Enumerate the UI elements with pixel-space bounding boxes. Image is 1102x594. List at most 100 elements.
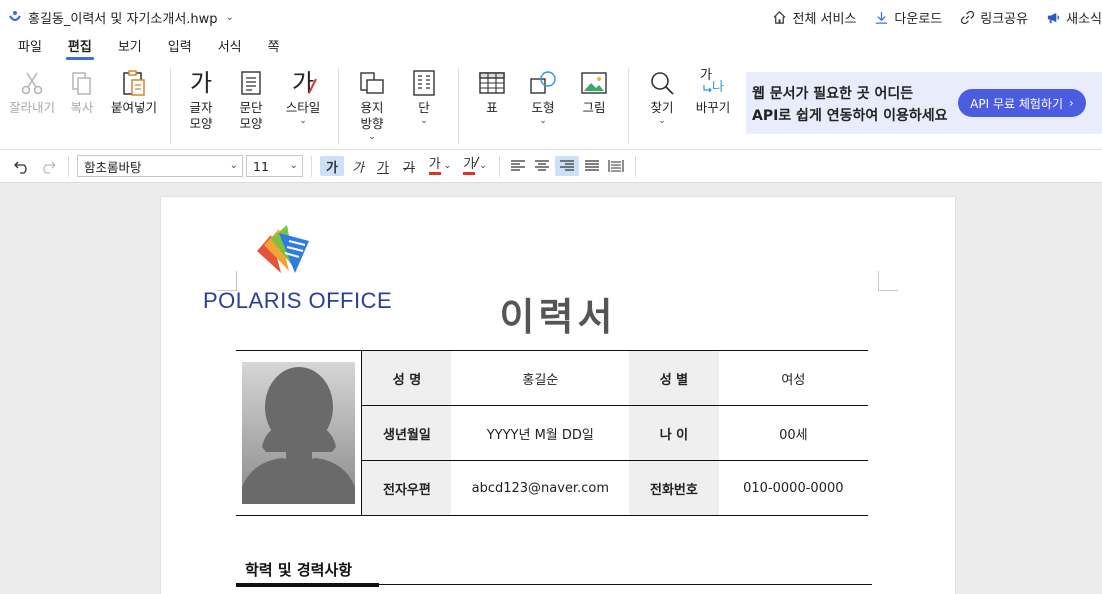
replace-button[interactable]: 가 나 바꾸기 [694, 66, 732, 116]
menu-tabs: 파일 편집 보기 입력 서식 쪽 [0, 34, 1102, 60]
api-ad-banner[interactable]: 웹 문서가 필요한 곳 어디든 API로 쉽게 연동하여 이용하세요 API 무… [746, 72, 1102, 134]
ribbon-toolbar: 잘라내기 복사 붙여넣기 가 글자 모양 문단 모양 가 스타일 ⌄ 용지 방향… [0, 60, 1102, 150]
chevron-down-icon: ⌄ [658, 116, 666, 126]
api-trial-button[interactable]: API 무료 체험하기 › [958, 89, 1086, 117]
toolbar-separator [68, 156, 69, 177]
find-button[interactable]: 찾기 ⌄ [646, 66, 678, 126]
profile-photo[interactable] [242, 362, 356, 504]
polaris-office-logo-icon [257, 225, 309, 273]
resume-info-table: 성 명 홍길순 성 별 여성 생년월일 YYYY년 M월 DD일 나 이 00세… [236, 350, 868, 516]
column-button[interactable]: 단 ⌄ [408, 66, 440, 126]
image-icon [581, 72, 607, 94]
chevron-down-icon: ⌄ [420, 116, 428, 126]
tab-file[interactable]: 파일 [18, 36, 42, 59]
download-button[interactable]: 다운로드 [874, 8, 942, 27]
gender-label: 성 별 [629, 350, 719, 406]
undo-button[interactable] [12, 156, 32, 176]
copy-label: 복사 [70, 100, 94, 115]
link-share-button[interactable]: 링크공유 [960, 8, 1028, 27]
paper-direction-button[interactable]: 용지 방향 ⌄ [354, 66, 390, 142]
chevron-down-icon: ⌄ [225, 11, 234, 23]
font-size-select[interactable]: 11 ⌄ [246, 155, 303, 177]
link-icon [961, 10, 975, 24]
replace-icon-top: 가 [700, 68, 712, 83]
font-name-select[interactable]: 함초롬바탕 ⌄ [77, 155, 243, 177]
document-filename: 홍길동_이력서 및 자기소개서.hwp [28, 11, 218, 27]
name-value: 홍길순 [451, 350, 630, 406]
chevron-down-icon: ⌄ [229, 160, 238, 171]
style-button[interactable]: 가 스타일 ⌄ [282, 66, 324, 126]
ribbon-separator [628, 68, 629, 144]
chevron-down-icon: ⌄ [289, 160, 298, 171]
align-justify-button[interactable] [581, 156, 603, 176]
chevron-down-icon: ⌄ [443, 161, 452, 171]
replace-icon: 가 나 [696, 66, 730, 100]
char-shape-button[interactable]: 가 글자 모양 [184, 66, 218, 132]
link-share-label: 링크공유 [980, 11, 1029, 27]
chevron-down-icon: ⌄ [299, 116, 307, 126]
document-workspace[interactable]: POLARIS OFFICE 이력서 성 명 홍길순 성 별 여성 생년월일 Y… [0, 184, 1102, 594]
char-shape-icon: 가 [189, 69, 213, 97]
ribbon-separator [170, 68, 171, 144]
redo-button[interactable] [38, 156, 58, 176]
tab-page[interactable]: 쪽 [268, 36, 280, 59]
tab-insert[interactable]: 입력 [168, 36, 192, 59]
search-icon [651, 72, 674, 95]
all-services-button[interactable]: 전체 서비스 [772, 8, 856, 27]
image-label: 그림 [582, 100, 606, 115]
font-name-value: 함초롬바탕 [84, 159, 142, 175]
chevron-right-icon: › [1069, 96, 1074, 110]
image-button[interactable]: 그림 [578, 66, 610, 116]
app-logo-icon [9, 11, 21, 22]
para-shape-button[interactable]: 문단 모양 [234, 66, 268, 132]
strikethrough-button[interactable]: 가 [398, 156, 420, 176]
age-label: 나 이 [629, 405, 719, 461]
tab-format[interactable]: 서식 [218, 36, 242, 59]
italic-button[interactable]: 가 [347, 156, 369, 176]
cut-label: 잘라내기 [8, 100, 55, 115]
photo-cell [236, 350, 363, 516]
paragraph-icon [241, 71, 261, 95]
document-page[interactable]: POLARIS OFFICE 이력서 성 명 홍길순 성 별 여성 생년월일 Y… [161, 197, 955, 594]
all-services-label: 전체 서비스 [792, 11, 857, 27]
replace-icon-bottom: 나 [712, 80, 724, 95]
align-left-icon [511, 160, 525, 171]
phone-value: 010-0000-0000 [743, 480, 844, 496]
birthdate-label: 생년월일 [361, 405, 452, 461]
document-name-dropdown[interactable]: 홍길동_이력서 및 자기소개서.hwp ⌄ [0, 8, 234, 27]
education-career-heading: 학력 및 경력사항 [245, 561, 353, 579]
tab-view[interactable]: 보기 [118, 36, 142, 59]
name-label: 성 명 [361, 350, 452, 406]
align-right-button[interactable] [555, 156, 579, 176]
align-right-icon [560, 160, 574, 171]
pencil-icon [473, 156, 480, 167]
shape-label: 도형 [531, 100, 555, 115]
shapes-icon [530, 71, 556, 94]
undo-icon [14, 161, 27, 174]
paper-orientation-icon [360, 72, 384, 94]
paper-direction-label-1: 용지 [360, 100, 384, 115]
underline-button[interactable]: 가 [372, 156, 394, 176]
clipboard-icon [123, 70, 145, 96]
highlight-color-button[interactable]: 가 ⌄ [458, 156, 492, 176]
chevron-down-icon: ⌄ [539, 116, 547, 126]
api-trial-label: API 무료 체험하기 [970, 96, 1064, 111]
replace-label: 바꾸기 [695, 100, 731, 115]
distribute-button[interactable] [605, 156, 627, 176]
align-center-button[interactable] [531, 156, 553, 176]
table-button[interactable]: 표 [476, 66, 508, 116]
style-label: 스타일 [285, 100, 321, 115]
bold-button[interactable]: 가 [320, 156, 344, 176]
shape-button[interactable]: 도형 ⌄ [526, 66, 560, 126]
news-button[interactable]: 새소식 [1046, 8, 1102, 27]
copy-button[interactable]: 복사 [66, 66, 98, 116]
distribute-icon [608, 160, 624, 172]
table-label: 표 [486, 100, 498, 115]
paste-button[interactable]: 붙여넣기 [108, 66, 160, 116]
title-bar: 홍길동_이력서 및 자기소개서.hwp ⌄ 전체 서비스 다운로드 링크공유 새… [0, 0, 1102, 34]
cut-button[interactable]: 잘라내기 [8, 66, 56, 116]
font-color-button[interactable]: 가 ⌄ [424, 156, 456, 176]
age-value: 00세 [718, 405, 868, 461]
align-left-button[interactable] [507, 156, 529, 176]
tab-edit[interactable]: 편집 [65, 36, 94, 60]
